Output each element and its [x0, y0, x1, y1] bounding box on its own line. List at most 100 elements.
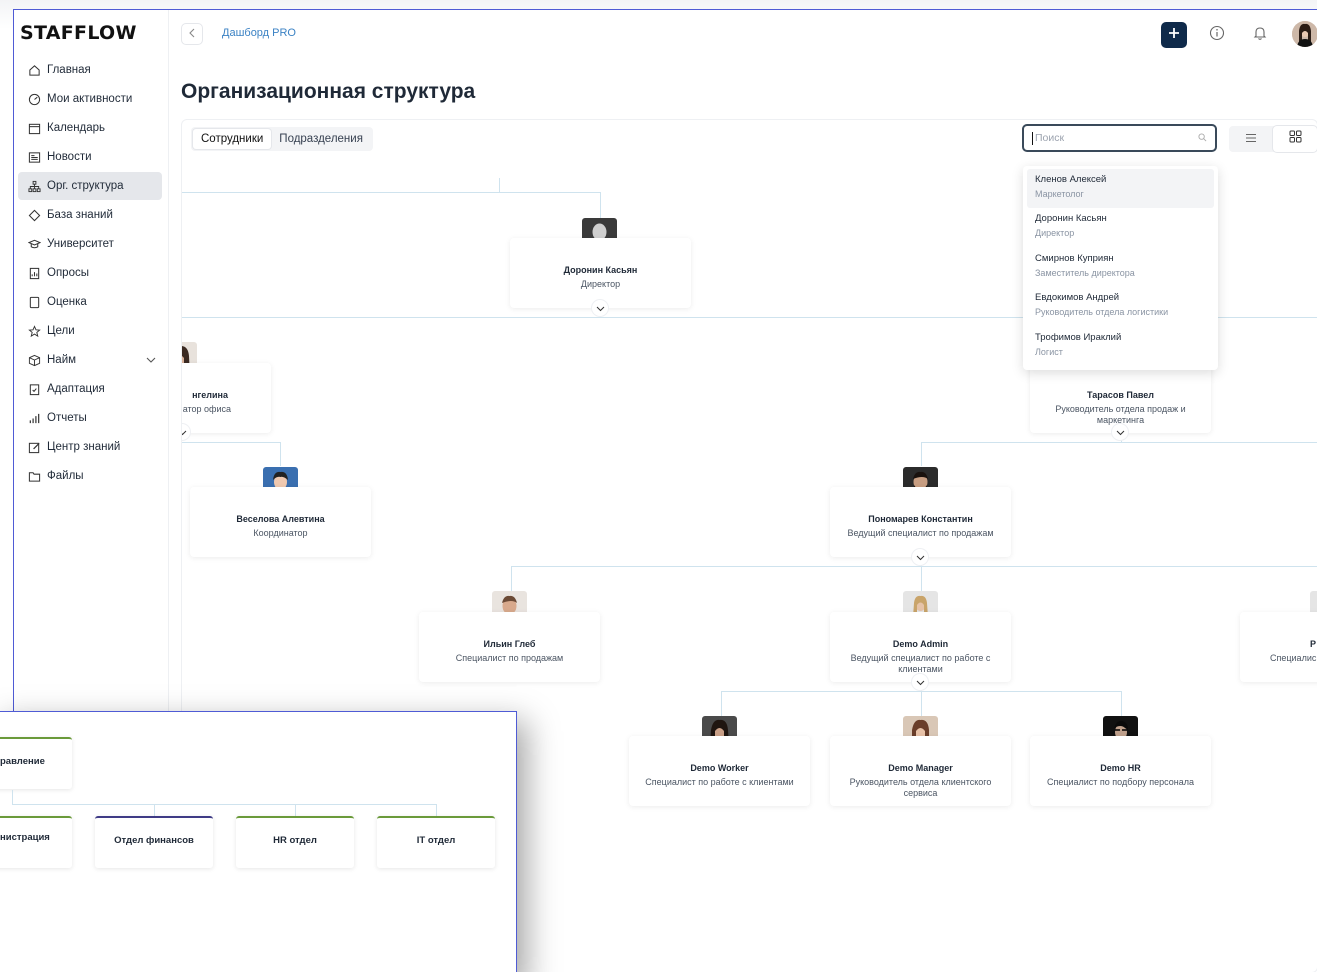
employee-name: Demo Manager: [888, 763, 953, 773]
employee-name: Ильин Глеб: [483, 639, 536, 649]
tree-view-button[interactable]: [1273, 126, 1317, 152]
sidebar-item-label: База знаний: [47, 209, 113, 221]
result-name: Доронин Касьян: [1035, 213, 1107, 225]
sidebar-item-label: Оценка: [47, 296, 87, 308]
chevron-down-icon: [1116, 423, 1125, 441]
diamond-icon: [27, 208, 42, 223]
employee-name: Тарасов Павел: [1087, 390, 1154, 400]
back-button[interactable]: [181, 23, 203, 45]
sidebar-item-evaluation[interactable]: Оценка: [18, 288, 162, 316]
sidebar-item-activities[interactable]: Мои активности: [18, 85, 162, 113]
employee-card-office[interactable]: нгелина атор офиса: [182, 363, 271, 433]
info-button[interactable]: [1205, 23, 1229, 47]
department-card-top[interactable]: равление: [0, 737, 72, 789]
employee-card-demo-manager[interactable]: Demo Manager Руководитель отдела клиентс…: [830, 736, 1011, 806]
search-result-item[interactable]: Доронин Касьян Директор: [1027, 208, 1214, 247]
department-card-finance[interactable]: Отдел финансов: [95, 816, 213, 868]
employee-role: Специалист по продажам: [455, 653, 564, 663]
employee-card-demo-hr[interactable]: Demo HR Специалист по подбору персонала: [1030, 736, 1211, 806]
employee-card-lead-sales[interactable]: Пономарев Константин Ведущий специалист …: [830, 487, 1011, 557]
user-avatar[interactable]: [1292, 21, 1317, 47]
departments-overlay-window: равление нистрация Отдел финансов HR отд…: [0, 711, 517, 972]
department-name: IT отдел: [416, 835, 456, 846]
expand-button[interactable]: [1112, 424, 1128, 440]
employee-name: Demo Admin: [892, 639, 949, 649]
sidebar-item-label: Новости: [47, 151, 92, 163]
expand-button[interactable]: [912, 674, 928, 690]
sidebar-item-reports[interactable]: Отчеты: [18, 404, 162, 432]
employee-card-coordinator[interactable]: Веселова Алевтина Координатор: [190, 487, 371, 557]
text-cursor: [1032, 131, 1033, 145]
search-result-item[interactable]: Евдокимов Андрей Руководитель отдела лог…: [1027, 287, 1214, 326]
edit-icon: [27, 440, 42, 455]
sidebar-item-files[interactable]: Файлы: [18, 462, 162, 490]
sidebar-item-label: Календарь: [47, 122, 106, 134]
sidebar-item-surveys[interactable]: Опросы: [18, 259, 162, 287]
search-result-item[interactable]: Кленов Алексей Маркетолог: [1027, 169, 1214, 209]
result-role: Руководитель отдела логистики: [1035, 307, 1169, 318]
employee-card-sales-spec[interactable]: Ильин Глеб Специалист по продажам: [419, 612, 600, 682]
calendar-icon: [27, 121, 42, 136]
star-icon: [27, 324, 42, 339]
sidebar-item-label: Цели: [47, 325, 75, 337]
employee-card-director[interactable]: Доронин Касьян Директор: [510, 238, 691, 308]
department-card-hr[interactable]: HR отдел: [236, 816, 354, 868]
sidebar-item-label: Адаптация: [47, 383, 105, 395]
expand-button[interactable]: [592, 300, 608, 316]
sidebar-item-label: Орг. структура: [47, 180, 124, 192]
view-toggle: [1229, 126, 1317, 152]
sidebar-item-knowledge-base[interactable]: База знаний: [18, 201, 162, 229]
employee-name: Р: [1310, 639, 1317, 649]
employee-card-partial-right[interactable]: Р Специалис: [1240, 612, 1317, 682]
newspaper-icon: [27, 150, 42, 165]
bell-icon: [1252, 25, 1268, 46]
sidebar-item-calendar[interactable]: Календарь: [18, 114, 162, 142]
employee-role: Руководитель отдела продаж и маркетинга: [1055, 404, 1186, 425]
result-role: Директор: [1035, 228, 1075, 239]
tab-departments[interactable]: Подразделения: [271, 129, 371, 149]
sidebar-item-knowledge-center[interactable]: Центр знаний: [18, 433, 162, 461]
result-role: Логист: [1035, 346, 1063, 357]
expand-button[interactable]: [912, 549, 928, 565]
result-role: Маркетолог: [1035, 189, 1084, 199]
breadcrumb[interactable]: Дашборд PRO: [222, 27, 296, 39]
list-icon: [1245, 130, 1257, 148]
department-card-administration[interactable]: нистрация: [0, 816, 72, 868]
app-logo[interactable]: STAFFLOW: [20, 22, 137, 44]
tab-employees[interactable]: Сотрудники: [193, 129, 272, 149]
sidebar-item-adaptation[interactable]: Адаптация: [18, 375, 162, 403]
search-input[interactable]: Поиск: [1022, 124, 1217, 152]
sidebar-item-label: Опросы: [47, 267, 89, 279]
sidebar-item-university[interactable]: Университет: [18, 230, 162, 258]
sidebar-item-hiring[interactable]: Найм: [18, 346, 162, 374]
department-card-it[interactable]: IT отдел: [377, 816, 495, 868]
employee-role: Координатор: [253, 528, 308, 538]
sidebar-item-news[interactable]: Новости: [18, 143, 162, 171]
chevron-down-icon[interactable]: [146, 355, 156, 367]
sidebar-item-home[interactable]: Главная: [18, 56, 162, 84]
notifications-button[interactable]: [1248, 23, 1272, 47]
sidebar-item-label: Файлы: [47, 470, 84, 482]
search-result-item[interactable]: Трофимов Ираклий Логист: [1027, 327, 1214, 366]
search-icon: [1198, 133, 1207, 145]
sidebar-item-org-structure[interactable]: Орг. структура: [18, 172, 162, 200]
chevron-left-icon: [188, 25, 196, 43]
graduation-cap-icon: [27, 237, 42, 252]
employee-name: Пономарев Константин: [868, 514, 973, 524]
sidebar-item-label: Главная: [47, 64, 91, 76]
sidebar-item-label: Отчеты: [47, 412, 87, 424]
employee-role: Руководитель отдела клиентского сервиса: [849, 777, 992, 798]
box-icon: [27, 353, 42, 368]
grid-icon: [1289, 130, 1302, 148]
employee-name: Доронин Касьян: [563, 265, 638, 275]
search-result-item[interactable]: Смирнов Куприян Заместитель директора: [1027, 248, 1214, 287]
gauge-icon: [27, 92, 42, 107]
result-name: Смирнов Куприян: [1035, 252, 1114, 264]
list-view-button[interactable]: [1229, 126, 1273, 152]
employee-name: Веселова Алевтина: [236, 514, 325, 524]
sidebar-item-goals[interactable]: Цели: [18, 317, 162, 345]
add-button[interactable]: [1161, 22, 1187, 48]
employee-card-demo-worker[interactable]: Demo Worker Специалист по работе с клиен…: [629, 736, 810, 806]
employee-card-demo-admin[interactable]: Demo Admin Ведущий специалист по работе …: [830, 612, 1011, 682]
result-role: Заместитель директора: [1035, 267, 1135, 278]
